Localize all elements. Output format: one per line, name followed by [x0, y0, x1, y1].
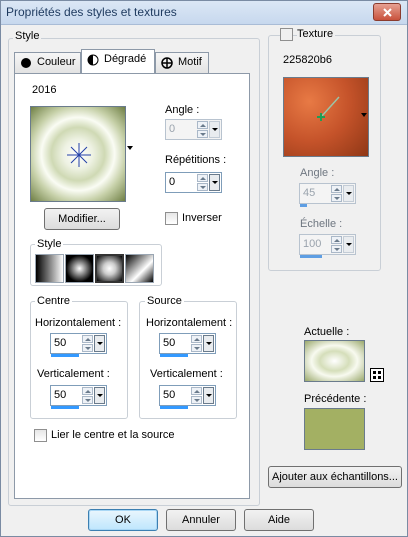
- style-group-label: Style: [13, 30, 42, 42]
- texture-angle-value: 45: [303, 187, 316, 199]
- source-horizontal-value: 50: [163, 337, 176, 349]
- window-title: Propriétés des styles et textures: [6, 5, 177, 19]
- rectangular-style-button[interactable]: [65, 254, 94, 283]
- texture-angle-label: Angle :: [300, 167, 335, 179]
- style-type-label: Style: [35, 238, 64, 250]
- link-centre-source-checkbox[interactable]: [34, 429, 47, 442]
- grid-icon: [373, 371, 381, 379]
- link-centre-source-label: Lier le centre et la source: [51, 429, 175, 441]
- modify-button[interactable]: Modifier...: [44, 208, 120, 230]
- linear-style-button[interactable]: [35, 254, 64, 283]
- centre-horizontal-label: Horizontalement :: [35, 317, 122, 329]
- texture-angle-spinner[interactable]: 45: [299, 183, 356, 204]
- current-swatch[interactable]: [304, 340, 365, 382]
- centre-vertical-level-bar: [51, 406, 79, 409]
- repetitions-spinner[interactable]: 0: [165, 172, 222, 193]
- filled-circle-icon: [21, 58, 31, 68]
- gradient-preview[interactable]: [30, 106, 126, 202]
- texture-scale-spinner[interactable]: 100: [299, 234, 356, 255]
- tab-motif-label: Motif: [178, 56, 202, 68]
- texture-checkbox[interactable]: [280, 28, 293, 41]
- source-vertical-level-bar: [160, 406, 188, 409]
- style-type-buttons: [35, 254, 155, 283]
- gradient-tab-page: 2016 Angle : 0 Répétitions : 0 Modifier.…: [14, 73, 250, 499]
- cancel-button[interactable]: Annuler: [166, 509, 236, 531]
- style-texture-properties-dialog: Propriétés des styles et textures Style …: [0, 0, 408, 537]
- source-horizontal-label: Horizontalement :: [146, 317, 233, 329]
- texture-angle-indicator-icon: [317, 96, 340, 121]
- source-vertical-value: 50: [163, 389, 176, 401]
- texture-name: 225820b6: [283, 54, 332, 66]
- gradient-name: 2016: [32, 84, 57, 96]
- source-horizontal-spinner[interactable]: 50: [159, 333, 216, 354]
- source-vertical-spinner[interactable]: 50: [159, 385, 216, 406]
- tab-couleur[interactable]: Couleur: [14, 52, 81, 73]
- centre-vertical-value: 50: [54, 389, 67, 401]
- source-label: Source: [145, 295, 184, 307]
- texture-angle-level-bar: [300, 204, 307, 207]
- angle-label: Angle :: [165, 104, 200, 116]
- half-circle-icon: [87, 54, 99, 66]
- texture-scale-value: 100: [303, 238, 322, 250]
- texture-dropdown-arrow[interactable]: [361, 113, 367, 117]
- invert-label: Inverser: [182, 212, 222, 224]
- tab-degrade-label: Dégradé: [104, 53, 147, 65]
- source-vertical-label: Verticalement :: [150, 368, 223, 380]
- centre-vertical-label: Verticalement :: [37, 368, 110, 380]
- centre-horizontal-level-bar: [51, 354, 79, 357]
- texture-preview[interactable]: [283, 77, 369, 157]
- centre-horizontal-value: 50: [54, 337, 67, 349]
- tab-couleur-label: Couleur: [37, 56, 76, 68]
- add-to-swatches-button[interactable]: Ajouter aux échantillons...: [268, 466, 402, 488]
- tab-motif[interactable]: Motif: [155, 52, 209, 73]
- swap-button[interactable]: [370, 368, 384, 382]
- centre-vertical-spinner[interactable]: 50: [50, 385, 107, 406]
- invert-checkbox[interactable]: [165, 212, 178, 225]
- previous-swatch[interactable]: [304, 408, 365, 450]
- texture-label: Texture: [297, 28, 336, 40]
- repetitions-label: Répétitions :: [165, 154, 227, 166]
- previous-label: Précédente :: [304, 393, 367, 405]
- tab-degrade[interactable]: Dégradé: [81, 49, 155, 73]
- sunburst-style-button[interactable]: [95, 254, 124, 283]
- repetitions-value: 0: [169, 176, 176, 188]
- angle-value: 0: [169, 123, 176, 135]
- centre-label: Centre: [35, 295, 73, 307]
- source-horizontal-level-bar: [160, 354, 188, 357]
- texture-scale-label: Échelle :: [300, 218, 343, 230]
- close-icon: [383, 8, 392, 17]
- radial-style-button[interactable]: [125, 254, 154, 283]
- current-label: Actuelle :: [304, 326, 350, 338]
- gradient-dropdown-arrow[interactable]: [127, 146, 133, 152]
- centre-horizontal-spinner[interactable]: 50: [50, 333, 107, 354]
- center-crosshair-icon: [67, 143, 91, 167]
- angle-spinner[interactable]: 0: [165, 119, 222, 140]
- texture-scale-level-bar: [300, 255, 322, 258]
- help-button[interactable]: Aide: [244, 509, 314, 531]
- title-bar: Propriétés des styles et textures: [1, 1, 407, 25]
- ok-button[interactable]: OK: [88, 509, 158, 531]
- close-button[interactable]: [373, 3, 401, 21]
- pattern-icon: [161, 57, 173, 69]
